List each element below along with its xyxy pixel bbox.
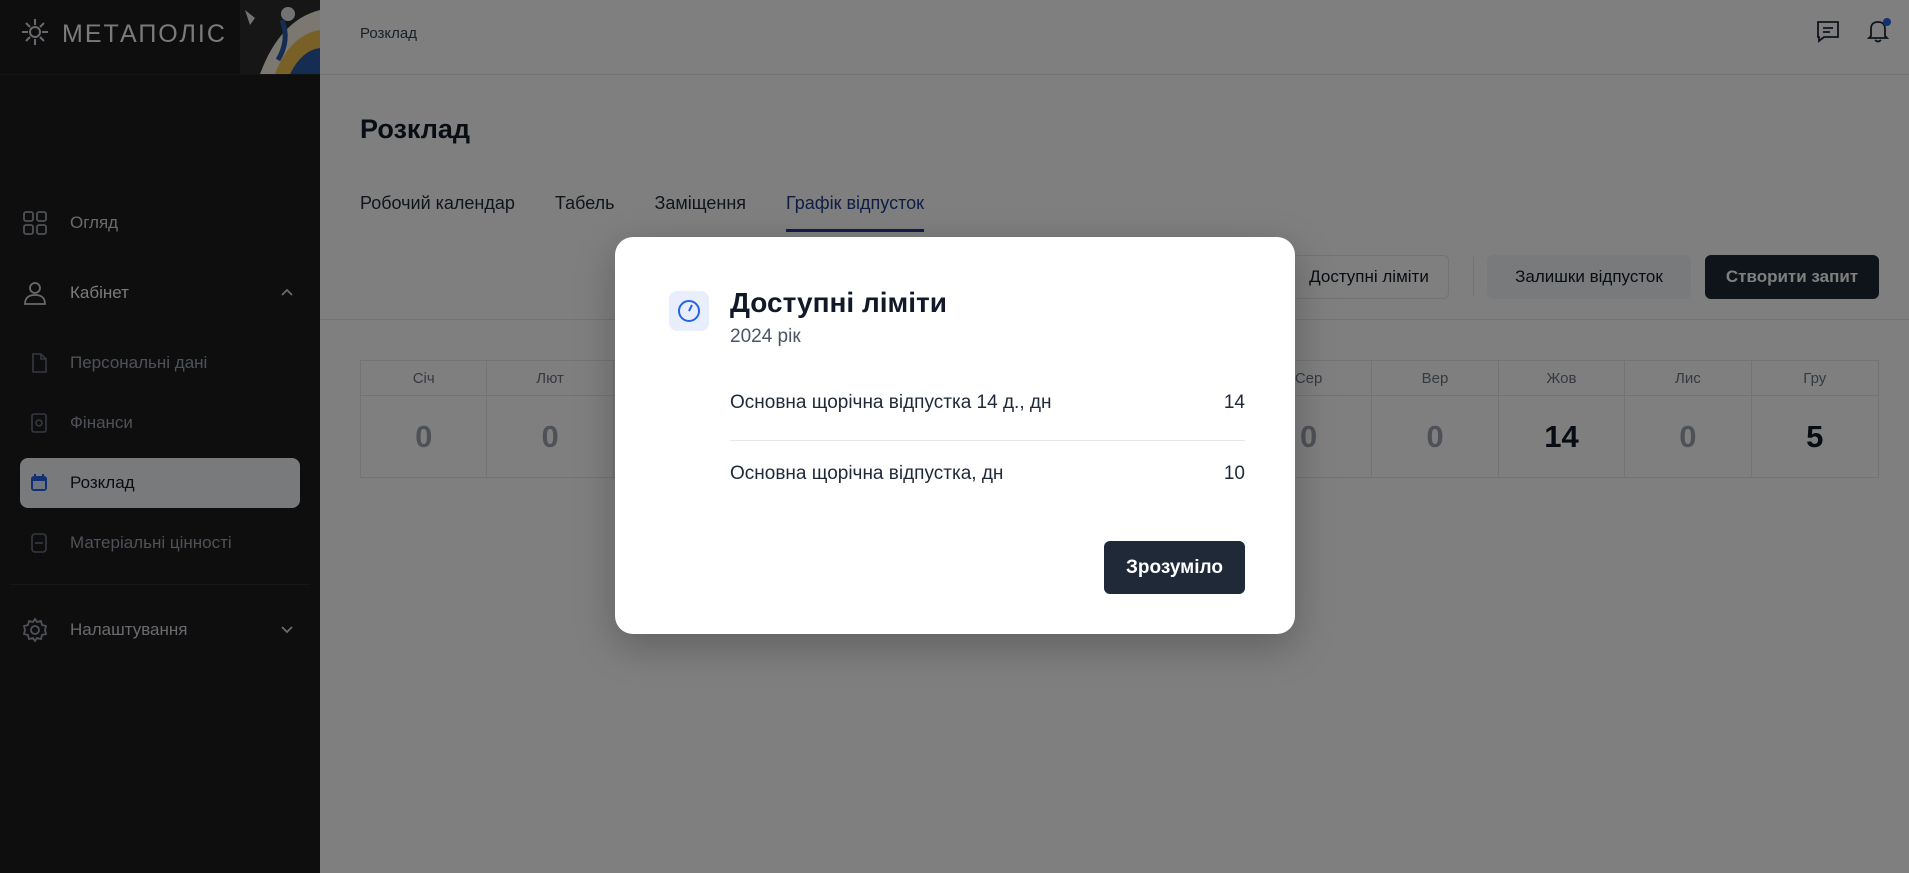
limit-row: Основна щорічна відпустка 14 д., дн 14 xyxy=(730,392,1245,414)
modal-subtitle: 2024 рік xyxy=(730,326,801,347)
limit-label: Основна щорічна відпустка, дн xyxy=(730,463,1004,484)
modal-title: Доступні ліміти xyxy=(730,287,947,318)
limit-value: 10 xyxy=(1223,463,1245,484)
limit-value: 14 xyxy=(1223,392,1245,413)
limit-row: Основна щорічна відпустка, дн 10 xyxy=(730,463,1245,485)
limit-divider xyxy=(730,440,1245,441)
clock-icon xyxy=(669,291,709,331)
ok-button[interactable]: Зрозуміло xyxy=(1104,541,1245,594)
limits-modal: Доступні ліміти 2024 рік Основна щорічна… xyxy=(615,237,1295,634)
limit-label: Основна щорічна відпустка 14 д., дн xyxy=(730,392,1052,413)
